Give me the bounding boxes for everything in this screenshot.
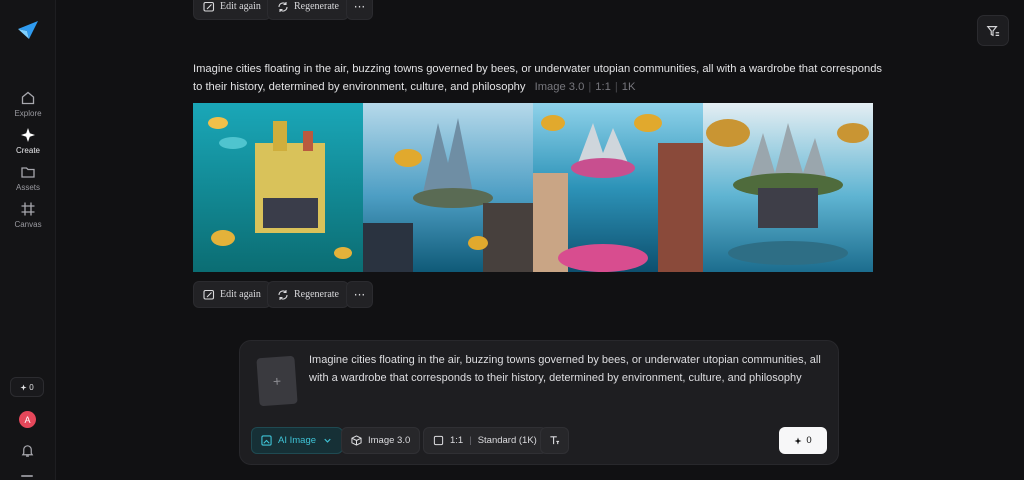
filter-icon (986, 25, 1000, 36)
nav-create-label: Create (15, 146, 40, 155)
more-icon: ··· (353, 0, 366, 14)
nav-canvas-label: Canvas (14, 220, 42, 229)
regenerate-button[interactable]: Regenerate (267, 281, 349, 308)
chevron-down-icon (324, 438, 331, 443)
generated-image-3[interactable] (533, 103, 703, 272)
generation-prompt: Imagine cities floating in the air, buzz… (193, 63, 883, 93)
edit-icon (203, 1, 215, 12)
avatar[interactable]: A (19, 411, 36, 428)
canvas-icon (21, 202, 35, 216)
credits-badge[interactable]: 0 (10, 377, 44, 397)
ratio-quality-selector[interactable]: 1:1 | Standard (1K) (423, 427, 547, 454)
resolution-tag: 1K (621, 81, 636, 93)
mode-selector[interactable]: AI Image (251, 427, 344, 454)
edit-again-button[interactable]: Edit again (193, 281, 271, 308)
filter-button[interactable] (977, 15, 1009, 46)
folder-icon (21, 167, 35, 178)
sparkle-icon (794, 437, 802, 444)
sparkle-icon (20, 383, 27, 391)
refresh-icon (278, 1, 288, 12)
text-format-icon (550, 436, 560, 445)
nav-create[interactable]: Create (0, 127, 56, 155)
more-button-previous[interactable]: ··· (346, 0, 373, 20)
mode-label: AI Image (278, 435, 317, 446)
nav-explore[interactable]: Explore (0, 90, 56, 118)
generated-image-2[interactable] (363, 103, 533, 272)
regenerate-label: Regenerate (294, 1, 339, 12)
model-selector[interactable]: Image 3.0 (341, 427, 421, 454)
sparkle-icon (21, 128, 35, 142)
generated-image-1[interactable] (193, 103, 363, 272)
ratio-label: 1:1 (450, 435, 464, 446)
nav-explore-label: Explore (14, 109, 42, 118)
avatar-initial: A (24, 414, 31, 425)
nav-assets-label: Assets (15, 183, 40, 192)
regenerate-button-previous[interactable]: Regenerate (267, 0, 349, 20)
more-button[interactable]: ··· (346, 281, 373, 308)
refresh-icon (278, 289, 288, 300)
quality-label: Standard (1K) (477, 435, 537, 446)
add-reference-image-button[interactable]: + (256, 355, 298, 407)
prompt-composer: + Imagine cities floating in the air, bu… (239, 340, 839, 465)
prompt-input[interactable]: Imagine cities floating in the air, buzz… (309, 351, 829, 387)
square-ratio-icon (433, 435, 444, 446)
generate-button[interactable]: 0 (779, 427, 827, 454)
app-logo[interactable] (17, 20, 39, 40)
model-label: Image 3.0 (368, 435, 411, 446)
edit-icon (203, 289, 215, 300)
home-icon (21, 91, 35, 105)
nav-canvas[interactable]: Canvas (0, 201, 56, 229)
edit-again-label: Edit again (220, 1, 261, 12)
menu-handle[interactable] (21, 475, 33, 477)
nav-assets[interactable]: Assets (0, 164, 56, 192)
bell-icon[interactable] (20, 443, 35, 458)
more-icon: ··· (353, 287, 366, 302)
image-mode-icon (261, 435, 272, 446)
credits-count: 0 (29, 382, 34, 392)
text-settings-button[interactable] (540, 427, 569, 454)
model-tag: Image 3.0 (534, 81, 585, 93)
sidebar: Explore Create Assets Canvas 0 A (0, 0, 56, 480)
generated-image-4[interactable] (703, 103, 873, 272)
ratio-tag: 1:1 (595, 81, 611, 93)
edit-again-button-previous[interactable]: Edit again (193, 0, 271, 20)
cube-icon (351, 435, 362, 446)
edit-again-label: Edit again (220, 289, 261, 300)
plus-icon: + (272, 372, 282, 390)
generate-cost: 0 (806, 435, 812, 446)
regenerate-label: Regenerate (294, 289, 339, 300)
